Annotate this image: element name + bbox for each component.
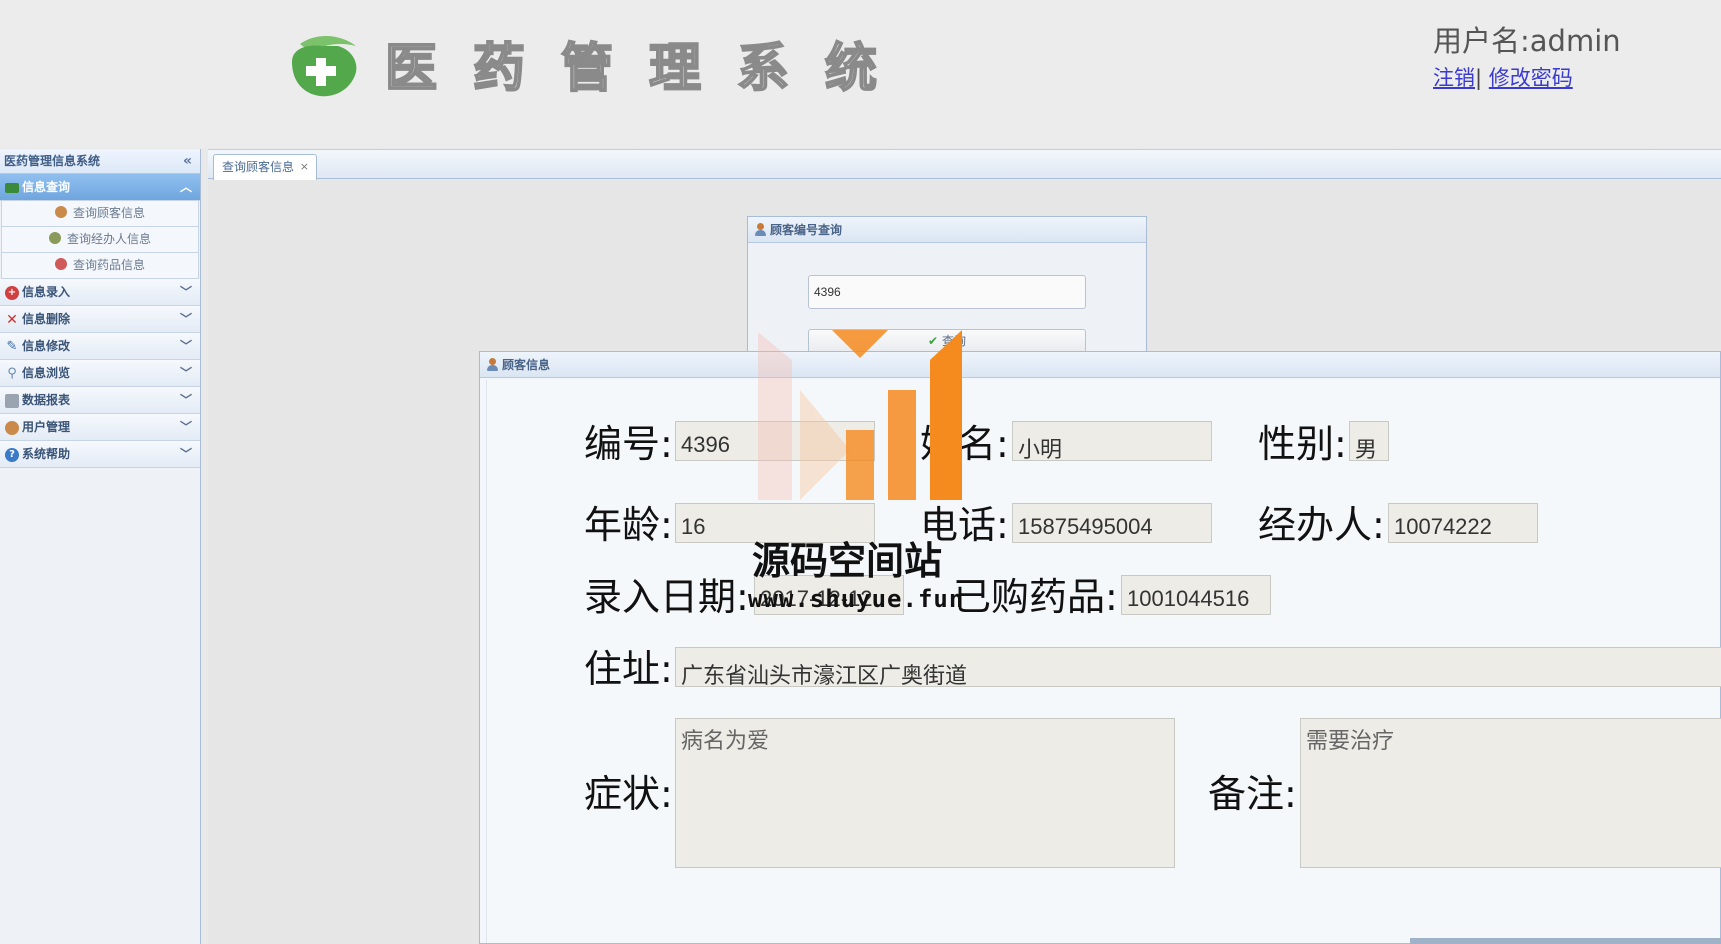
- sidebar-section-label: 信息删除: [22, 312, 71, 326]
- help-icon: ?: [5, 448, 19, 462]
- gender-field[interactable]: 男: [1349, 421, 1389, 461]
- tab-label: 查询顾客信息: [222, 160, 295, 174]
- username-display: 用户名:admin: [1433, 24, 1621, 58]
- sidebar-section-user-manage[interactable]: 用户管理 ﹀: [0, 414, 200, 441]
- change-password-link[interactable]: 修改密码: [1489, 66, 1573, 90]
- customer-id-search-panel: 顾客编号查询 ✔查询: [747, 216, 1147, 357]
- tab-bar: 查询顾客信息 ×: [208, 149, 1721, 180]
- sidebar-section-label: 信息录入: [22, 285, 71, 299]
- add-icon: +: [5, 286, 19, 300]
- sidebar-section-info-entry[interactable]: + 信息录入 ﹀: [0, 279, 200, 306]
- logout-link[interactable]: 注销: [1433, 66, 1475, 90]
- chevron-up-icon[interactable]: ︿: [180, 174, 192, 201]
- sidebar-section-data-report[interactable]: 数据报表 ﹀: [0, 387, 200, 414]
- chevron-down-icon[interactable]: ﹀: [180, 360, 192, 387]
- chevron-down-icon[interactable]: ﹀: [180, 387, 192, 414]
- sidebar-section-info-query[interactable]: 信息查询 ︿: [0, 174, 200, 201]
- collapse-sidebar-icon[interactable]: «: [183, 149, 192, 174]
- link-separator: |: [1475, 66, 1483, 90]
- purchased-medicine-label: 已购药品:: [953, 575, 1118, 619]
- gender-label: 性别:: [1258, 422, 1347, 466]
- symptom-label: 症状:: [584, 772, 673, 816]
- tab-query-customer[interactable]: 查询顾客信息 ×: [213, 154, 318, 180]
- checkmark-icon: ✔: [927, 334, 939, 348]
- app-header: 医 药 管 理 系 统 用户名:admin 注销| 修改密码: [0, 0, 1721, 148]
- sidebar-section-system-help[interactable]: ? 系统帮助 ﹀: [0, 441, 200, 468]
- logo-icon: [292, 35, 357, 97]
- name-label: 姓名:: [920, 422, 1009, 466]
- sidebar-item-label: 查询经办人信息: [66, 232, 151, 246]
- logo-text-char: 医: [384, 37, 438, 100]
- agent-label: 经办人:: [1258, 503, 1385, 547]
- panel-title: 顾客信息: [502, 358, 551, 372]
- pill-icon: [54, 258, 67, 270]
- panel-header: 顾客信息: [480, 352, 1720, 378]
- id-label: 编号:: [584, 422, 673, 466]
- chevron-down-icon[interactable]: ﹀: [180, 414, 192, 441]
- watermark-url: www.shuyue.fun: [748, 585, 965, 613]
- chevron-down-icon[interactable]: ﹀: [180, 333, 192, 360]
- chevron-down-icon[interactable]: ﹀: [180, 279, 192, 306]
- watermark-title: 源码空间站: [752, 539, 943, 583]
- remark-textarea[interactable]: 需要治疗: [1300, 718, 1721, 868]
- sidebar-section-label: 用户管理: [22, 420, 71, 434]
- sidebar-section-info-browse[interactable]: ⚲ 信息浏览 ﹀: [0, 360, 200, 387]
- user-icon: [5, 421, 19, 435]
- sidebar-section-label: 信息查询: [22, 180, 71, 194]
- symptom-textarea[interactable]: 病名为爱: [675, 718, 1175, 868]
- search-button-label: 查询: [942, 334, 967, 348]
- delete-icon: ✕: [6, 312, 18, 328]
- sidebar-section-label: 信息浏览: [22, 366, 71, 380]
- folder-icon: [5, 183, 19, 193]
- person-icon: [754, 223, 766, 237]
- sidebar-item-label: 查询药品信息: [72, 258, 145, 272]
- chevron-down-icon[interactable]: ﹀: [180, 441, 192, 468]
- sidebar-section-info-edit[interactable]: ✎ 信息修改 ﹀: [0, 333, 200, 360]
- sidebar-section-label: 系统帮助: [22, 447, 71, 461]
- address-label: 住址:: [584, 647, 673, 691]
- person-icon: [486, 358, 498, 372]
- panel-title: 顾客编号查询: [770, 223, 843, 237]
- logo-text-char: 理: [648, 37, 702, 100]
- name-field[interactable]: 小明: [1012, 421, 1212, 461]
- id-field[interactable]: 4396: [675, 421, 875, 461]
- account-links: 注销| 修改密码: [1433, 62, 1573, 92]
- pencil-icon: ✎: [6, 339, 18, 354]
- chevron-down-icon[interactable]: ﹀: [180, 306, 192, 333]
- scrollbar-strip[interactable]: [1410, 938, 1721, 944]
- people-icon: [48, 232, 61, 244]
- person-icon: [54, 206, 67, 218]
- purchased-medicine-field[interactable]: 1001044516: [1121, 575, 1271, 615]
- agent-field[interactable]: 10074222: [1388, 503, 1538, 543]
- sidebar-title: 医药管理信息系统 «: [0, 149, 200, 174]
- close-icon[interactable]: ×: [300, 155, 309, 179]
- sidebar-title-text: 医药管理信息系统: [4, 154, 101, 168]
- sidebar-section-info-delete[interactable]: ✕ 信息删除 ﹀: [0, 306, 200, 333]
- customer-id-input[interactable]: [808, 275, 1086, 309]
- panel-header: 顾客编号查询: [748, 217, 1146, 243]
- remark-label: 备注:: [1208, 772, 1297, 816]
- sidebar-section-label: 数据报表: [22, 393, 71, 407]
- logo-text-char: 管: [560, 37, 614, 100]
- logo-text-char: 统: [824, 37, 878, 100]
- age-label: 年龄:: [584, 503, 673, 547]
- printer-icon: [5, 394, 19, 408]
- entry-date-label: 录入日期:: [584, 575, 749, 619]
- magnifier-icon: ⚲: [7, 366, 17, 381]
- sidebar: 医药管理信息系统 « 信息查询 ︿ 查询顾客信息 查询经办人信息 查询药品信息 …: [0, 149, 201, 944]
- logo-text-char: 系: [736, 37, 790, 100]
- sidebar-item-query-customer[interactable]: 查询顾客信息: [1, 201, 199, 227]
- sidebar-section-label: 信息修改: [22, 339, 71, 353]
- address-field[interactable]: 广东省汕头市濠江区广奥街道: [675, 647, 1721, 687]
- sidebar-item-query-agent[interactable]: 查询经办人信息: [1, 227, 199, 253]
- logo-text-char: 药: [472, 37, 526, 100]
- sidebar-item-query-medicine[interactable]: 查询药品信息: [1, 253, 199, 279]
- sidebar-item-label: 查询顾客信息: [72, 206, 145, 220]
- phone-field[interactable]: 15875495004: [1012, 503, 1212, 543]
